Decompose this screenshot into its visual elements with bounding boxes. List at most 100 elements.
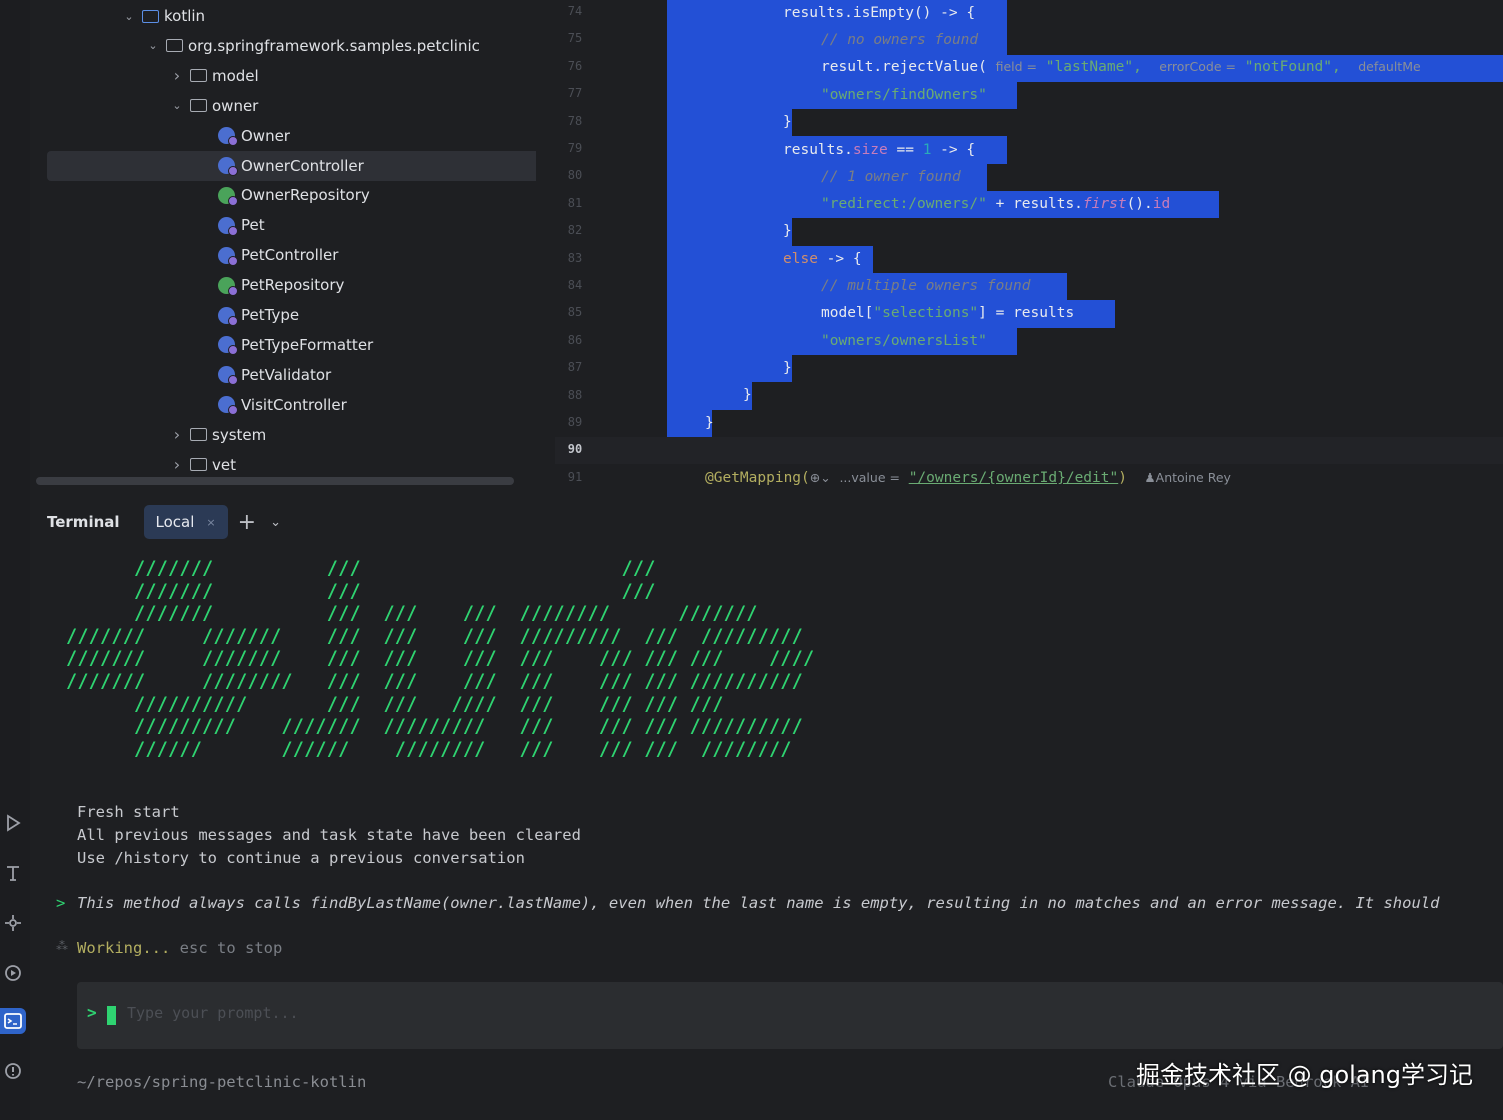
terminal-panel: Terminal Local × + ⌄ /////// /// /// ///… [36, 498, 1503, 1120]
terminal-tool-icon[interactable] [0, 1008, 26, 1034]
class-icon [218, 127, 238, 147]
code-line-83: else -> { [783, 251, 862, 267]
selection-block [667, 218, 792, 246]
fresh-start-text: Fresh start [77, 803, 180, 821]
tree-item-kotlin[interactable]: ⌄ kotlin [122, 1, 205, 31]
user-message: This method always calls findByLastName(… [77, 894, 1440, 912]
class-icon [218, 246, 238, 266]
line-number: 80 [567, 168, 583, 183]
plugins-icon[interactable] [0, 910, 26, 936]
prompt-input-box[interactable]: > Type your prompt... [77, 982, 1503, 1049]
tree-item-petcontroller[interactable]: PetController [218, 240, 338, 270]
tree-item-model[interactable]: › model [170, 61, 259, 91]
tree-item-owner[interactable]: ⌄ owner [170, 91, 258, 121]
chevron-down-icon[interactable]: ⌄ [146, 39, 160, 52]
line-number: 91 [567, 469, 583, 484]
line-number: 76 [567, 58, 583, 73]
tab-local[interactable]: Local × [143, 505, 228, 539]
tree-item-label: VisitController [241, 395, 347, 414]
code-line-86: "owners/ownersList" [821, 333, 987, 349]
tree-item-pettype[interactable]: PetType [218, 300, 299, 330]
tree-item-owner[interactable]: Owner [218, 121, 290, 151]
author-icon: ♟ [1144, 470, 1156, 485]
services-icon[interactable] [0, 960, 26, 986]
chevron-down-icon[interactable]: ⌄ [270, 515, 281, 530]
code-line-74: results.isEmpty() -> { [783, 5, 976, 21]
tree-item-ownerrepository[interactable]: OwnerRepository [218, 180, 370, 210]
class-icon [218, 396, 238, 416]
tree-item-label: PetController [241, 246, 339, 265]
line-number: 74 [567, 4, 583, 18]
package-icon [190, 99, 207, 113]
code-line-81: "redirect:/owners/" + results.first().id [821, 196, 1171, 212]
working-directory: ~/repos/spring-petclinic-kotlin [77, 1073, 367, 1091]
line-number: 87 [567, 360, 583, 375]
current-line-highlight [555, 437, 1503, 464]
tree-item-label: PetTypeFormatter [241, 335, 374, 354]
run-icon[interactable] [0, 810, 26, 836]
tree-item-petvalidator[interactable]: PetValidator [218, 360, 331, 390]
close-tab-icon[interactable]: × [206, 516, 215, 529]
interface-icon [218, 186, 238, 206]
chevron-right-icon[interactable]: › [170, 455, 184, 474]
package-icon [166, 39, 183, 53]
tree-item-label: PetValidator [241, 365, 332, 384]
code-line-88: } [743, 387, 752, 403]
chevron-right-icon[interactable]: › [170, 66, 184, 85]
tree-item-label: Owner [241, 126, 290, 145]
project-tree: ⌄ kotlin ⌄ org.springframework.samples.petc… [36, 0, 536, 488]
code-line-77: "owners/findOwners" [821, 87, 987, 103]
tree-item-pet[interactable]: Pet [218, 210, 265, 240]
tree-item-label: model [212, 66, 259, 85]
code-editor[interactable]: 74 75 76 77 78 79 80 81 82 83 84 85 86 87 88 89 90 91 res… [555, 0, 1503, 492]
terminal-title: Terminal [47, 513, 120, 531]
tree-item-vet[interactable]: › vet [170, 450, 236, 480]
tree-item-label: vet [212, 455, 236, 474]
line-number: 85 [567, 305, 583, 320]
problems-icon[interactable] [0, 1058, 26, 1084]
history-hint-text: Use /history to continue a previous conv… [77, 849, 525, 867]
tree-item-label: kotlin [164, 7, 206, 25]
class-icon [218, 216, 238, 236]
line-number: 90 [567, 442, 583, 457]
new-tab-button[interactable]: + [238, 510, 256, 535]
line-number: 77 [567, 86, 583, 101]
package-icon [190, 69, 207, 83]
tree-item-petrepository[interactable]: PetRepository [218, 270, 344, 300]
tree-item-label: Pet [241, 216, 265, 235]
tree-item-system[interactable]: › system [170, 420, 266, 450]
chevron-right-icon[interactable]: › [170, 425, 184, 444]
chevron-down-icon[interactable]: ⌄ [122, 10, 136, 23]
tree-item-visitcontroller[interactable]: VisitController [218, 390, 347, 420]
tab-local-label: Local [155, 513, 195, 531]
code-line-89: } [705, 415, 714, 431]
class-icon [218, 336, 238, 356]
line-number: 89 [567, 415, 583, 429]
prompt-arrow: > [87, 1003, 97, 1022]
chevron-down-icon[interactable]: ⌄ [170, 99, 184, 112]
tree-horizontal-scrollbar[interactable] [36, 477, 514, 485]
tree-item-pettypeformatter[interactable]: PetTypeFormatter [218, 330, 373, 360]
code-line-87: } [783, 360, 792, 376]
watermark: 掘金技术社区 @ golang学习记 [1136, 1061, 1473, 1089]
class-icon [218, 306, 238, 326]
build-icon[interactable] [0, 860, 26, 886]
line-number: 75 [567, 31, 583, 46]
tree-item-label: owner [212, 96, 259, 115]
package-icon [190, 428, 207, 442]
tree-item-org-springframework-samples-petclinic[interactable]: ⌄ org.springframework.samples.petclinic [146, 31, 479, 61]
prompt-input[interactable]: Type your prompt... [127, 1004, 299, 1022]
selection-block [667, 382, 752, 410]
code-line-76: result.rejectValue( field = "lastName", … [821, 59, 1421, 75]
line-number: 78 [567, 113, 583, 128]
tree-item-label: OwnerController [241, 156, 364, 175]
gutter-action-icon: ⊕⌄ [809, 470, 831, 485]
terminal-tab-bar: Terminal Local × + ⌄ [36, 498, 1503, 546]
tree-item-label: OwnerRepository [241, 186, 370, 205]
tree-item-ownercontroller[interactable]: OwnerController [47, 150, 536, 181]
message-marker: > [56, 894, 66, 912]
code-line-80: // 1 owner found [821, 169, 961, 185]
tree-item-label: PetRepository [241, 276, 345, 295]
code-line-85: model["selections"] = results [821, 305, 1075, 321]
line-number: 79 [567, 141, 583, 155]
